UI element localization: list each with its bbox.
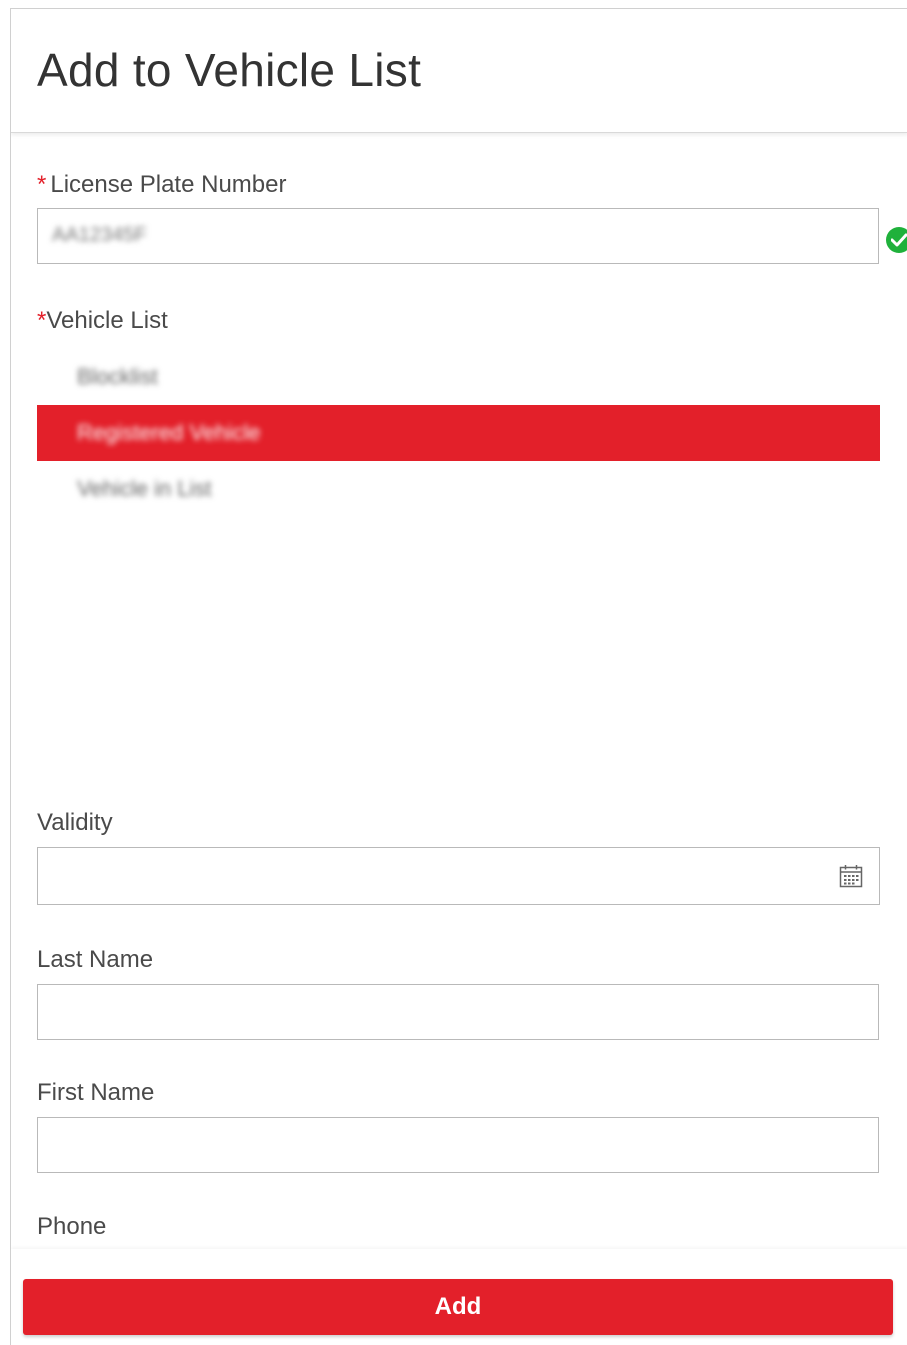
list-item-label: Vehicle in List <box>77 476 212 501</box>
page-header: Add to Vehicle List <box>11 9 907 133</box>
calendar-icon[interactable] <box>839 864 863 888</box>
vehicle-list-option-blocklist[interactable]: Blocklist <box>37 349 880 405</box>
first-name-label: First Name <box>37 1079 155 1106</box>
form-footer: Add <box>11 1249 907 1345</box>
list-item-label: Registered Vehicle <box>77 420 261 445</box>
vehicle-list-label-text: Vehicle List <box>46 307 168 334</box>
first-name-input[interactable] <box>37 1117 879 1173</box>
required-mark: * <box>37 171 47 198</box>
last-name-label: Last Name <box>37 946 154 973</box>
vehicle-list-option-registered[interactable]: Registered Vehicle <box>37 405 880 461</box>
page-title: Add to Vehicle List <box>37 44 422 96</box>
vehicle-list-option-vehicle-in-list[interactable]: Vehicle in List <box>37 461 880 517</box>
validity-date-input[interactable] <box>37 847 880 905</box>
license-plate-label: * License Plate Number <box>37 171 286 199</box>
phone-label: Phone <box>37 1213 107 1240</box>
validity-label: Validity <box>37 809 113 836</box>
license-plate-label-text: License Plate Number <box>50 171 287 198</box>
required-mark: * <box>37 307 47 334</box>
add-button[interactable]: Add <box>23 1279 893 1335</box>
license-plate-value: AA12345F <box>52 224 147 246</box>
license-plate-input[interactable]: AA12345F <box>37 208 879 264</box>
list-item-label: Blocklist <box>77 364 158 389</box>
add-vehicle-panel: Add to Vehicle List * License Plate Numbe… <box>10 8 907 1345</box>
vehicle-list-label: *Vehicle List <box>37 307 168 335</box>
valid-check-icon <box>886 227 907 253</box>
last-name-input[interactable] <box>37 984 879 1040</box>
